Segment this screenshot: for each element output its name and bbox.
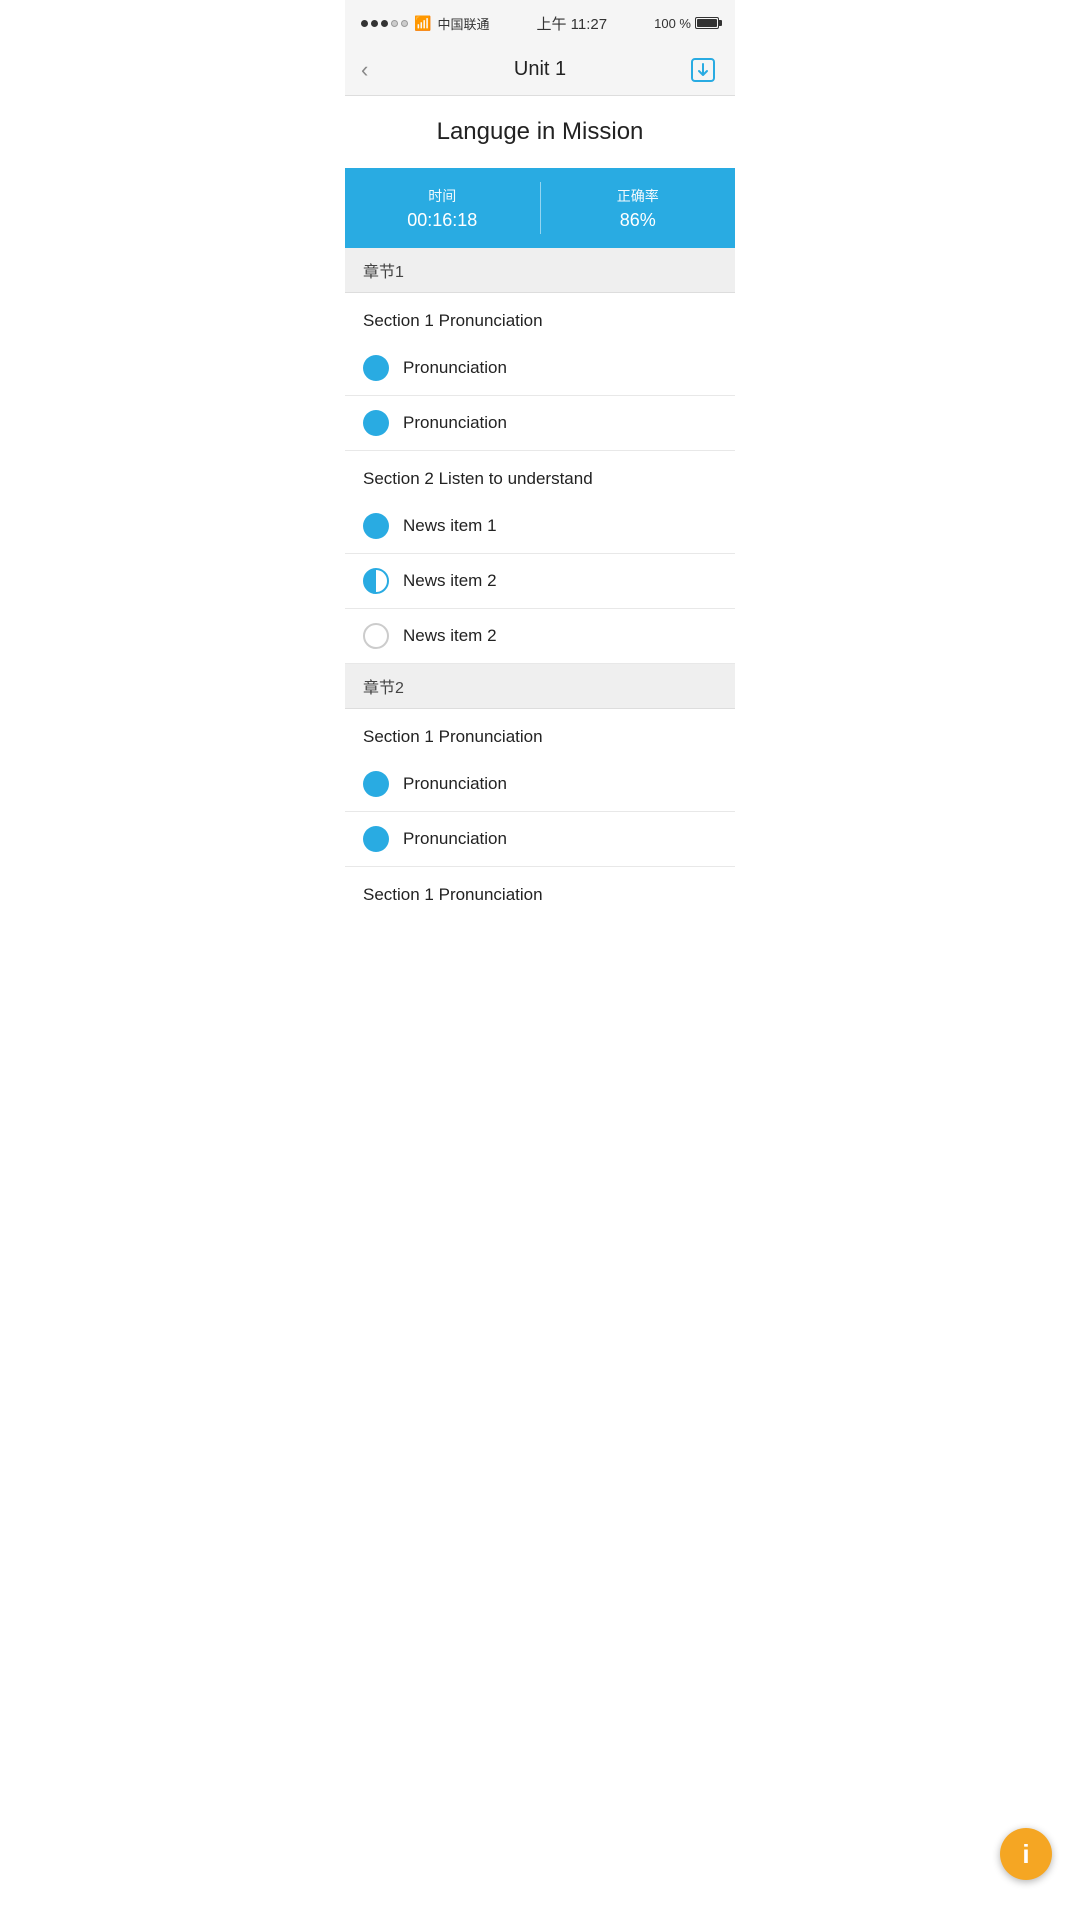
chapter-1-header: 章节1: [345, 248, 735, 293]
stat-accuracy: 正确率 86%: [541, 168, 736, 248]
status-right: 100 %: [654, 16, 719, 31]
download-button[interactable]: [687, 54, 719, 86]
circle-full-icon: [363, 410, 389, 436]
list-item[interactable]: Pronunciation: [345, 757, 735, 812]
carrier-label: 中国联通: [437, 14, 489, 33]
nav-title: Unit 1: [514, 58, 566, 81]
dot-3: [381, 20, 388, 27]
item-label: Pronunciation: [403, 358, 507, 378]
list-item[interactable]: News item 1: [345, 499, 735, 554]
circle-full-icon: [363, 826, 389, 852]
download-icon: [690, 57, 716, 83]
battery-percent: 100 %: [654, 16, 691, 31]
content-scroll: 章节1 Section 1 Pronunciation Pronunciatio…: [345, 248, 735, 915]
stat-time: 时间 00:16:18: [345, 168, 540, 248]
item-label: Pronunciation: [403, 774, 507, 794]
item-label: Pronunciation: [403, 829, 507, 849]
list-item[interactable]: News item 2: [345, 609, 735, 664]
battery-icon: [695, 17, 719, 29]
status-left: 📶 中国联通: [361, 14, 489, 33]
dot-5: [401, 20, 408, 27]
circle-full-icon: [363, 355, 389, 381]
status-bar: 📶 中国联通 上午 11:27 100 %: [345, 0, 735, 44]
wifi-icon: 📶: [414, 15, 431, 32]
item-label: Pronunciation: [403, 413, 507, 433]
back-button[interactable]: ‹: [361, 57, 393, 83]
section-1-header: Section 1 Pronunciation: [345, 293, 735, 341]
list-item[interactable]: Pronunciation: [345, 341, 735, 396]
section-4-header: Section 1 Pronunciation: [345, 867, 735, 915]
accuracy-label: 正确率: [617, 186, 659, 206]
dot-2: [371, 20, 378, 27]
list-item[interactable]: Pronunciation: [345, 812, 735, 867]
dot-4: [391, 20, 398, 27]
status-time: 上午 11:27: [536, 13, 607, 34]
circle-half-icon: [363, 568, 389, 594]
accuracy-value: 86%: [620, 210, 656, 231]
circle-empty-icon: [363, 623, 389, 649]
circle-full-icon: [363, 513, 389, 539]
item-label: News item 2: [403, 626, 497, 646]
page-title: Languge in Mission: [345, 96, 735, 168]
stats-bar: 时间 00:16:18 正确率 86%: [345, 168, 735, 248]
item-label: News item 2: [403, 571, 497, 591]
section-3-header: Section 1 Pronunciation: [345, 709, 735, 757]
signal-dots: [361, 20, 408, 27]
time-value: 00:16:18: [407, 210, 477, 231]
circle-full-icon: [363, 771, 389, 797]
section-2-header: Section 2 Listen to understand: [345, 451, 735, 499]
info-fab-button[interactable]: i: [1000, 1828, 1052, 1880]
dot-1: [361, 20, 368, 27]
chapter-2-header: 章节2: [345, 664, 735, 709]
time-label: 时间: [428, 186, 456, 206]
nav-bar: ‹ Unit 1: [345, 44, 735, 96]
list-item[interactable]: News item 2: [345, 554, 735, 609]
item-label: News item 1: [403, 516, 497, 536]
list-item[interactable]: Pronunciation: [345, 396, 735, 451]
